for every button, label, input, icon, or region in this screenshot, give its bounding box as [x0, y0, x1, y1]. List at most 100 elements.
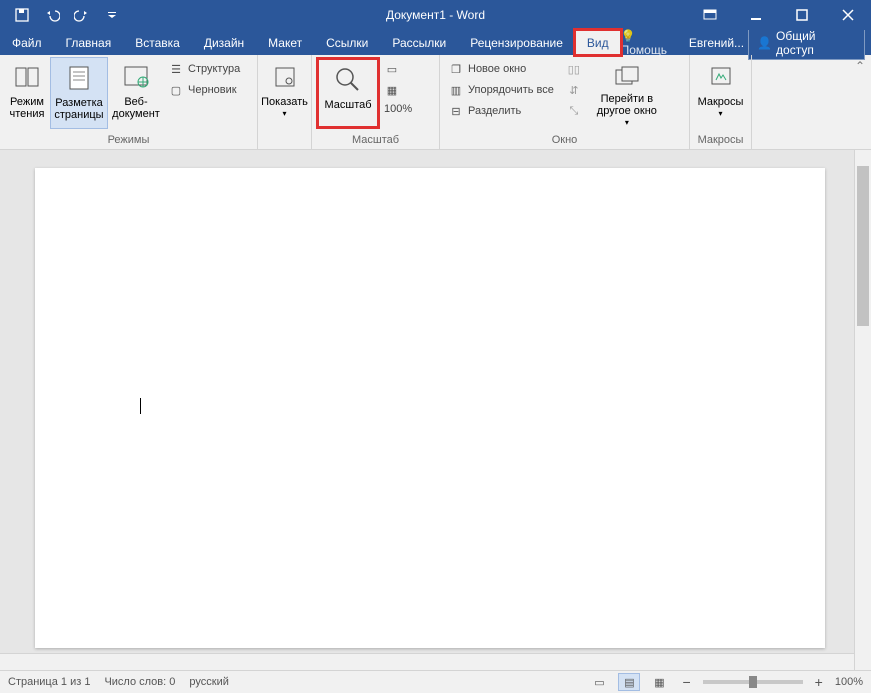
document-area	[0, 150, 871, 670]
split-icon: ⊟	[448, 103, 464, 119]
status-print-layout-icon[interactable]: ▤	[618, 673, 640, 691]
quick-access-toolbar	[0, 1, 126, 29]
one-page-icon: ▭	[384, 61, 400, 77]
tab-review[interactable]: Рецензирование	[458, 30, 575, 55]
switch-window-label: Перейти в другое окно	[590, 93, 664, 117]
print-layout-label: Разметка страницы	[51, 97, 107, 121]
zoom-level[interactable]: 100%	[835, 676, 863, 688]
tab-mailings[interactable]: Рассылки	[380, 30, 458, 55]
zoom-in-button[interactable]: +	[811, 674, 827, 690]
status-language[interactable]: русский	[189, 676, 228, 688]
print-layout-button[interactable]: Разметка страницы	[50, 57, 108, 129]
one-page-button[interactable]: ▭	[380, 59, 416, 79]
status-words[interactable]: Число слов: 0	[104, 676, 175, 688]
reset-position-button[interactable]: ⤡	[562, 101, 586, 121]
web-layout-icon	[120, 61, 152, 93]
chevron-down-icon: ▾	[718, 108, 722, 120]
multi-page-button[interactable]: ▦	[380, 80, 416, 100]
group-zoom: Масштаб ▭ ▦ 100% Масштаб	[312, 55, 440, 149]
multi-page-icon: ▦	[384, 82, 400, 98]
read-mode-button[interactable]: Режим чтения	[4, 57, 50, 129]
tabbar: Файл Главная Вставка Дизайн Макет Ссылки…	[0, 30, 871, 55]
print-layout-icon	[63, 62, 95, 94]
save-icon[interactable]	[8, 1, 36, 29]
share-button[interactable]: 👤 Общий доступ	[748, 26, 865, 60]
redo-icon[interactable]	[68, 1, 96, 29]
macros-label: Макросы	[698, 96, 744, 108]
tab-view[interactable]: Вид	[575, 30, 621, 55]
zoom-button[interactable]: Масштаб	[316, 57, 380, 129]
horizontal-scrollbar[interactable]	[0, 653, 854, 670]
share-icon: 👤	[757, 36, 772, 50]
chevron-down-icon: ▾	[283, 108, 287, 120]
ribbon: Режим чтения Разметка страницы Веб-докум…	[0, 55, 871, 150]
show-button[interactable]: Показать ▾	[261, 57, 308, 129]
outline-icon: ☰	[168, 61, 184, 77]
outline-button[interactable]: ☰Структура	[164, 59, 244, 79]
switch-window-button[interactable]: Перейти в другое окно ▾	[590, 57, 664, 129]
group-macros: Макросы ▾ Макросы	[690, 55, 752, 149]
status-page[interactable]: Страница 1 из 1	[8, 676, 90, 688]
group-zoom-label: Масштаб	[312, 132, 439, 149]
zoom-out-button[interactable]: −	[678, 674, 694, 690]
document-title: Документ1 - Word	[386, 8, 485, 22]
web-layout-label: Веб-документ	[108, 96, 164, 120]
qat-more-icon[interactable]	[98, 1, 126, 29]
ribbon-options-icon[interactable]	[687, 0, 733, 30]
group-macros-label: Макросы	[690, 132, 751, 149]
tab-file[interactable]: Файл	[0, 30, 54, 55]
tab-layout[interactable]: Макет	[256, 30, 314, 55]
group-window: ❐Новое окно ▥Упорядочить все ⊟Разделить …	[440, 55, 690, 149]
tab-design[interactable]: Дизайн	[192, 30, 256, 55]
titlebar: Документ1 - Word	[0, 0, 871, 30]
tab-insert[interactable]: Вставка	[123, 30, 192, 55]
tab-references[interactable]: Ссылки	[314, 30, 380, 55]
reset-pos-icon: ⤡	[566, 103, 582, 119]
minimize-icon[interactable]	[733, 0, 779, 30]
zoom-icon	[332, 64, 364, 96]
draft-button[interactable]: ▢Черновик	[164, 80, 244, 100]
read-mode-label: Режим чтения	[4, 96, 50, 120]
vertical-scrollbar[interactable]	[854, 150, 871, 670]
macros-button[interactable]: Макросы ▾	[694, 57, 747, 129]
tell-me[interactable]: 💡 Помощь	[621, 29, 685, 57]
zoom-slider[interactable]	[703, 680, 803, 684]
undo-icon[interactable]	[38, 1, 66, 29]
group-window-label: Окно	[440, 132, 689, 149]
split-button[interactable]: ⊟Разделить	[444, 101, 558, 121]
arrange-icon: ▥	[448, 82, 464, 98]
user-name[interactable]: Евгений...	[689, 36, 744, 50]
tab-home[interactable]: Главная	[54, 30, 124, 55]
switch-window-icon	[611, 61, 643, 90]
close-icon[interactable]	[825, 0, 871, 30]
group-modes-label: Режимы	[0, 132, 257, 149]
chevron-down-icon: ▾	[625, 117, 629, 129]
sync-scroll-icon: ⇵	[566, 82, 582, 98]
statusbar: Страница 1 из 1 Число слов: 0 русский ▭ …	[0, 670, 871, 693]
hundred-percent-button[interactable]: 100%	[380, 101, 416, 117]
arrange-all-button[interactable]: ▥Упорядочить все	[444, 80, 558, 100]
status-web-layout-icon[interactable]: ▦	[648, 673, 670, 691]
collapse-ribbon-icon[interactable]: ⌃	[849, 55, 871, 149]
group-show: Показать ▾	[258, 55, 312, 149]
zoom-slider-thumb[interactable]	[749, 676, 757, 688]
vertical-scrollbar-thumb[interactable]	[857, 166, 869, 326]
page[interactable]	[35, 168, 825, 648]
new-window-button[interactable]: ❐Новое окно	[444, 59, 558, 79]
group-modes: Режим чтения Разметка страницы Веб-докум…	[0, 55, 258, 149]
show-label: Показать	[261, 96, 308, 108]
window-controls	[687, 0, 871, 30]
maximize-icon[interactable]	[779, 0, 825, 30]
zoom-label: Масштаб	[324, 99, 371, 111]
text-cursor	[140, 398, 141, 414]
web-layout-button[interactable]: Веб-документ	[108, 57, 164, 129]
share-label: Общий доступ	[776, 29, 856, 57]
draft-icon: ▢	[168, 82, 184, 98]
new-window-icon: ❐	[448, 61, 464, 77]
sync-scroll-button[interactable]: ⇵	[562, 80, 586, 100]
side-by-side-icon: ▯▯	[566, 61, 582, 77]
status-read-mode-icon[interactable]: ▭	[588, 673, 610, 691]
read-mode-icon	[11, 61, 43, 93]
side-by-side-button[interactable]: ▯▯	[562, 59, 586, 79]
macros-icon	[705, 61, 737, 93]
